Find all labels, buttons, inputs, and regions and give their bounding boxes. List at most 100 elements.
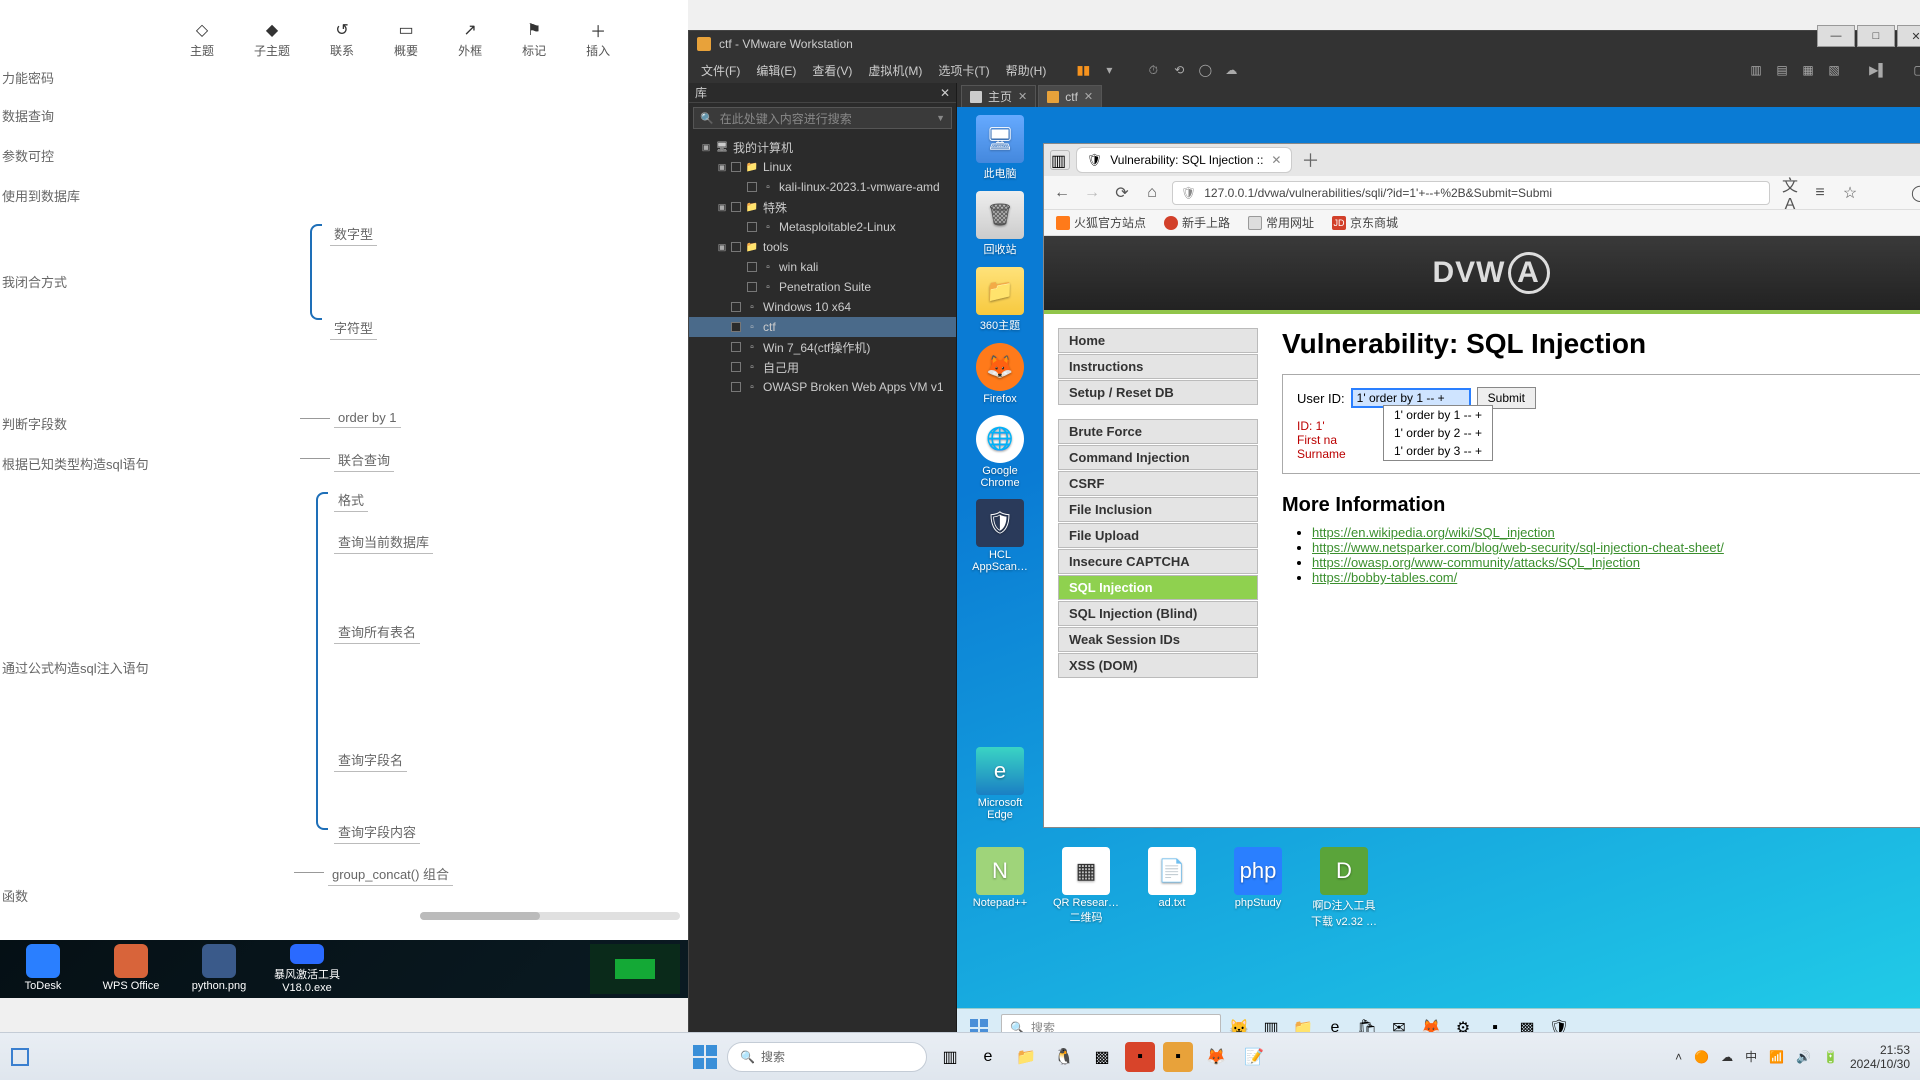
reader-icon[interactable]: ≡ [1810,184,1830,202]
desktop-icon-wps[interactable]: WPS Office [96,944,166,994]
mm-tool-subtopic[interactable]: ◆子主题 [254,20,290,59]
host-tb-firefox-icon[interactable]: 🦊 [1201,1042,1231,1072]
mm-tool-summary[interactable]: ▭概要 [394,20,418,59]
nav-xss-dom[interactable]: XSS (DOM) [1058,653,1258,678]
info-link[interactable]: https://en.wikipedia.org/wiki/SQL_inject… [1312,525,1555,540]
ff-recent-icon[interactable]: ▥ [1050,150,1070,170]
host-tb-vmware-icon[interactable]: ▪ [1163,1042,1193,1072]
guest-icon-notepadpp[interactable]: NNotepad++ [965,847,1035,929]
library-close-icon[interactable]: ✕ [940,86,950,100]
tray-volume-icon[interactable]: 🔊 [1796,1050,1811,1064]
mm-node[interactable]: 数据查询 [2,106,54,125]
tab-close-icon[interactable]: ✕ [1084,90,1093,103]
menu-file[interactable]: 文件(F) [695,60,746,81]
vm-send-icon[interactable]: ⟲ [1168,61,1190,79]
tree-item[interactable]: ▫kali-linux-2023.1-vmware-amd [689,177,956,197]
tree-item[interactable]: ▫Win 7_64(ctf操作机) [689,337,956,357]
tab-close-icon[interactable]: ✕ [1271,153,1281,167]
guest-icon-thispc[interactable]: 🖥此电脑 [965,115,1035,181]
translate-icon[interactable]: 文A [1780,172,1800,214]
menu-help[interactable]: 帮助(H) [1000,60,1053,81]
tree-item[interactable]: ▫win kali [689,257,956,277]
vm-tab-ctf[interactable]: ctf✕ [1038,85,1102,107]
nav-file-upload[interactable]: File Upload [1058,523,1258,548]
mm-node[interactable]: 我闭合方式 [2,272,67,291]
host-tb-app-icon[interactable]: ▩ [1087,1042,1117,1072]
checkbox-icon[interactable] [747,262,757,272]
checkbox-icon[interactable] [731,382,741,392]
host-tb-qq-icon[interactable]: 🐧 [1049,1042,1079,1072]
mm-leaf[interactable]: 查询字段内容 [334,820,420,844]
tree-item[interactable]: ▫Metasploitable2-Linux [689,217,956,237]
mm-leaf[interactable]: 查询所有表名 [334,620,420,644]
scroll-thumb[interactable] [420,912,540,920]
info-link[interactable]: https://owasp.org/www-community/attacks/… [1312,555,1640,570]
tray-app-icon[interactable]: 🟠 [1694,1050,1709,1064]
tray-network-icon[interactable]: 📶 [1769,1050,1784,1064]
menu-view[interactable]: 查看(V) [806,60,858,81]
dropdown-icon[interactable]: ▼ [936,113,945,123]
ff-page-body[interactable]: DVWA Home Instructions Setup / Reset DB … [1044,236,1920,827]
tree-item[interactable]: ▫自己用 [689,357,956,377]
mm-node[interactable]: 通过公式构造sql注入语句 [2,658,149,677]
menu-edit[interactable]: 编辑(E) [750,60,802,81]
info-link[interactable]: https://bobby-tables.com/ [1312,570,1457,585]
tray-ime-icon[interactable]: 中 [1745,1048,1757,1065]
tree-item[interactable]: ▣📁Linux [689,157,956,177]
mm-leaf[interactable]: 查询当前数据库 [334,530,433,554]
nav-instructions[interactable]: Instructions [1058,354,1258,379]
layout4-icon[interactable]: ▧ [1823,61,1845,79]
nav-home[interactable]: Home [1058,328,1258,353]
mm-leaf[interactable]: group_concat() 组合 [328,862,453,886]
account-icon[interactable]: ◯ [1910,183,1920,203]
vm-pause-icon[interactable]: ▮▮ [1072,61,1094,79]
ff-newtab-button[interactable]: ＋ [1298,147,1322,173]
nav-sqli-blind[interactable]: SQL Injection (Blind) [1058,601,1258,626]
mm-leaf[interactable]: 查询字段名 [334,748,407,772]
tree-item[interactable]: ▫ctf [689,317,956,337]
tree-item[interactable]: ▫Windows 10 x64 [689,297,956,317]
home-icon[interactable]: ⌂ [1142,184,1162,202]
mm-node[interactable]: 根据已知类型构造sql语句 [2,454,149,473]
mm-leaf[interactable]: 联合查询 [334,448,394,472]
mm-node[interactable]: 判断字段数 [2,414,67,433]
guest-icon-appscan[interactable]: 🛡HCL AppScan… [965,499,1035,573]
mm-tool-boundary[interactable]: ↗外框 [458,20,482,59]
checkbox-icon[interactable] [731,242,741,252]
vm-power-dropdown-icon[interactable]: ▾ [1098,61,1120,79]
window-maximize-button[interactable]: □ [1857,25,1895,47]
mm-leaf[interactable]: 数字型 [330,222,377,246]
nav-file-inclusion[interactable]: File Inclusion [1058,497,1258,522]
checkbox-icon[interactable] [731,362,741,372]
guest-icon-recyclebin[interactable]: 🗑回收站 [965,191,1035,257]
host-start-button[interactable] [691,1043,719,1071]
checkbox-icon[interactable] [731,322,741,332]
nav-insecure-captcha[interactable]: Insecure CAPTCHA [1058,549,1258,574]
guest-icon-firefox[interactable]: 🦊Firefox [965,343,1035,405]
mm-leaf[interactable]: 格式 [334,488,368,512]
fullscreen-icon[interactable]: ▢▾ [1911,61,1920,79]
host-tb-app2-icon[interactable]: ▪ [1125,1042,1155,1072]
tray-chevron-icon[interactable]: ˄ [1675,1050,1682,1064]
mm-tool-marker[interactable]: ⚑标记 [522,20,546,59]
reload-icon[interactable]: ⟳ [1112,183,1132,203]
window-close-button[interactable]: ✕ [1897,25,1920,47]
desktop-icon-todesk[interactable]: ToDesk [8,944,78,994]
guest-icon-qrresearch[interactable]: ▦QR Resear…二维码 [1051,847,1121,929]
vm-clock-icon[interactable]: ◯ [1194,61,1216,79]
mm-node[interactable]: 函数 [2,886,28,905]
mm-node[interactable]: 参数可控 [2,146,54,165]
ac-option[interactable]: 1' order by 3 -- + [1384,442,1492,460]
mm-tool-topic[interactable]: ◇主题 [190,20,214,59]
host-tb-notes-icon[interactable]: 📝 [1239,1042,1269,1072]
expand-icon[interactable]: ▣ [717,242,727,253]
library-search[interactable]: 🔍 在此处键入内容进行搜索 ▼ [693,107,952,129]
desktop-icon-activator[interactable]: 暴风激活工具V18.0.exe [272,944,342,994]
window-minimize-button[interactable]: — [1817,25,1855,47]
ac-option[interactable]: 1' order by 1 -- + [1384,406,1492,424]
nav-weak-session[interactable]: Weak Session IDs [1058,627,1258,652]
bm-firefox-official[interactable]: 火狐官方站点 [1056,214,1146,231]
tray-onedrive-icon[interactable]: ☁ [1721,1050,1733,1064]
nav-csrf[interactable]: CSRF [1058,471,1258,496]
host-widgets-button[interactable] [0,1048,40,1066]
